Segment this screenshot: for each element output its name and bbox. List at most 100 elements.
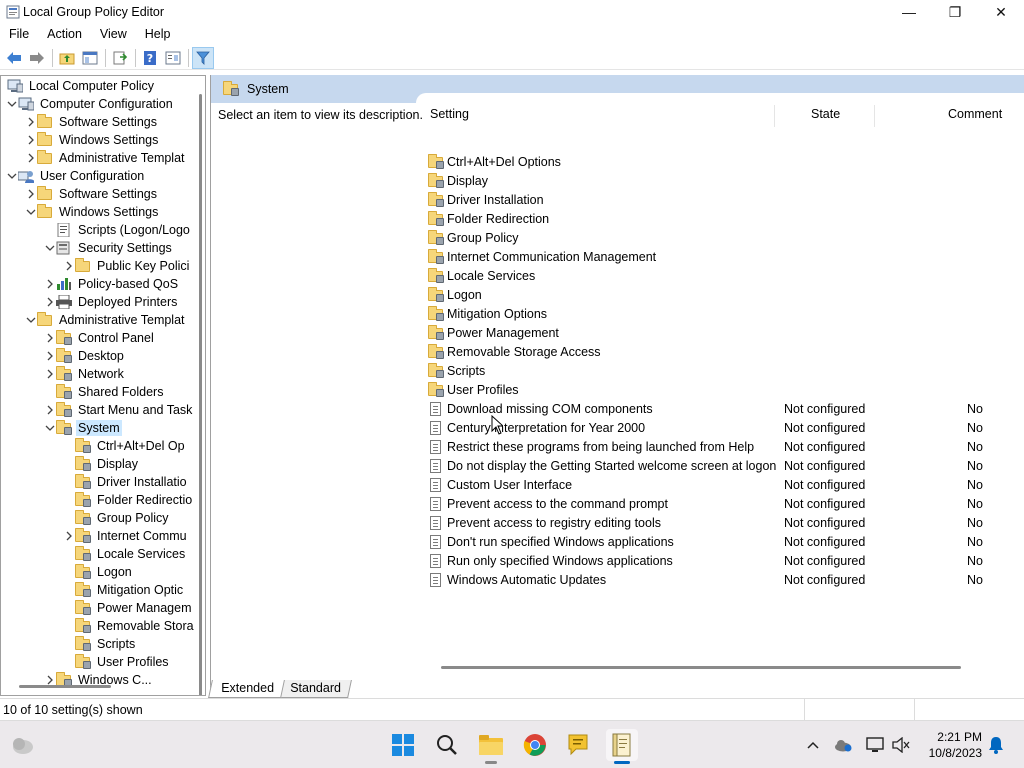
chevron-right-icon[interactable] (63, 527, 75, 545)
start-button[interactable] (387, 729, 419, 761)
setting-row[interactable]: Group Policy (426, 228, 1024, 247)
tree-item[interactable]: Computer Configuration (6, 95, 175, 113)
setting-row[interactable]: Logon (426, 285, 1024, 304)
chevron-right-icon[interactable] (25, 113, 37, 131)
close-button[interactable]: ✕ (978, 0, 1024, 24)
setting-row[interactable]: Ctrl+Alt+Del Options (426, 152, 1024, 171)
tree-item[interactable]: Locale Services (63, 545, 187, 563)
horizontal-scrollbar[interactable] (19, 685, 111, 688)
tab-extended[interactable]: Extended (208, 680, 285, 698)
setting-row[interactable]: Mitigation Options (426, 304, 1024, 323)
setting-row[interactable]: Windows Automatic Updates Not configured N… (426, 570, 1024, 589)
tree-item[interactable]: Mitigation Optic (63, 581, 185, 599)
tree-item[interactable]: Scripts (Logon/Logo (44, 221, 192, 239)
chevron-down-icon[interactable] (44, 239, 56, 257)
chevron-right-icon[interactable] (25, 131, 37, 149)
setting-row[interactable]: Internet Communication Management (426, 247, 1024, 266)
tree-item[interactable]: Local Computer Policy (7, 77, 156, 95)
setting-row[interactable]: Driver Installation (426, 190, 1024, 209)
setting-row[interactable]: Removable Storage Access (426, 342, 1024, 361)
chevron-right-icon[interactable] (44, 401, 56, 419)
tree-item[interactable]: Software Settings (25, 113, 159, 131)
setting-row[interactable]: Prevent access to the command prompt Not … (426, 494, 1024, 513)
properties-button[interactable] (162, 47, 184, 69)
chevron-right-icon[interactable] (25, 149, 37, 167)
chevron-down-icon[interactable] (25, 311, 37, 329)
tree-item[interactable]: Display (63, 455, 140, 473)
clock[interactable]: 2:21 PM 10/8/2023 (929, 729, 982, 761)
tree-item[interactable]: Ctrl+Alt+Del Op (63, 437, 187, 455)
chevron-right-icon[interactable] (44, 365, 56, 383)
notes-button[interactable] (562, 729, 594, 761)
setting-row[interactable]: Locale Services (426, 266, 1024, 285)
menu-view[interactable]: View (91, 24, 136, 44)
chevron-down-icon[interactable] (6, 167, 18, 185)
tree-item[interactable]: Driver Installatio (63, 473, 189, 491)
chevron-down-icon[interactable] (25, 203, 37, 221)
tree-item[interactable]: System (44, 419, 122, 437)
show-hidden-icons-button[interactable] (800, 741, 826, 749)
column-separator[interactable] (774, 105, 775, 127)
chevron-down-icon[interactable] (44, 419, 56, 437)
setting-row[interactable]: Custom User Interface Not configured No (426, 475, 1024, 494)
tree-item[interactable]: Software Settings (25, 185, 159, 203)
tree-item[interactable]: Security Settings (44, 239, 174, 257)
setting-row[interactable]: Restrict these programs from being launc… (426, 437, 1024, 456)
chrome-button[interactable] (519, 729, 551, 761)
tree-item[interactable]: Power Managem (63, 599, 194, 617)
gpedit-taskbar-button[interactable] (606, 729, 638, 764)
tree-item[interactable]: Folder Redirectio (63, 491, 194, 509)
chevron-right-icon[interactable] (44, 293, 56, 311)
setting-row[interactable]: Do not display the Getting Started welco… (426, 456, 1024, 475)
chevron-right-icon[interactable] (44, 347, 56, 365)
volume-tray-button[interactable] (890, 737, 912, 753)
setting-row[interactable]: Folder Redirection (426, 209, 1024, 228)
tree-item[interactable]: Windows Settings (25, 131, 160, 149)
show-hide-tree-button[interactable] (79, 47, 101, 69)
setting-row[interactable]: Century interpretation for Year 2000 Not … (426, 418, 1024, 437)
menu-action[interactable]: Action (38, 24, 91, 44)
column-header-setting[interactable]: Setting (430, 103, 770, 125)
file-explorer-button[interactable] (475, 729, 507, 764)
tree-item[interactable]: Removable Stora (63, 617, 196, 635)
tree-item[interactable]: Group Policy (63, 509, 171, 527)
tree-item[interactable]: Policy-based QoS (44, 275, 180, 293)
tree-item[interactable]: User Configuration (6, 167, 146, 185)
tree-item[interactable]: Public Key Polici (63, 257, 191, 275)
tree-item[interactable]: Internet Commu (63, 527, 189, 545)
notification-button[interactable] (984, 729, 1008, 761)
tree-item[interactable]: Logon (63, 563, 134, 581)
setting-row[interactable]: Run only specified Windows applications N… (426, 551, 1024, 570)
back-button[interactable] (3, 47, 25, 69)
search-button[interactable] (431, 729, 463, 761)
tree-item[interactable]: Scripts (63, 635, 137, 653)
setting-row[interactable]: Display (426, 171, 1024, 190)
forward-button[interactable] (26, 47, 48, 69)
onedrive-tray-button[interactable] (826, 738, 860, 752)
tree-item[interactable]: Administrative Templat (25, 149, 187, 167)
chevron-right-icon[interactable] (44, 329, 56, 347)
network-tray-button[interactable] (860, 737, 890, 753)
setting-row[interactable]: User Profiles (426, 380, 1024, 399)
column-header-comment[interactable]: Comment (948, 103, 1024, 125)
setting-row[interactable]: Don't run specified Windows applications… (426, 532, 1024, 551)
setting-row[interactable]: Download missing COM components Not confi… (426, 399, 1024, 418)
chevron-right-icon[interactable] (63, 257, 75, 275)
maximize-button[interactable]: ❐ (932, 0, 978, 24)
chevron-right-icon[interactable] (25, 185, 37, 203)
setting-row[interactable]: Power Management (426, 323, 1024, 342)
chevron-down-icon[interactable] (6, 95, 18, 113)
setting-row[interactable]: Prevent access to registry editing tools… (426, 513, 1024, 532)
menu-help[interactable]: Help (136, 24, 180, 44)
setting-row[interactable]: Scripts (426, 361, 1024, 380)
tree-item[interactable]: Administrative Templat (25, 311, 187, 329)
tree-item[interactable]: Control Panel (44, 329, 156, 347)
minimize-button[interactable]: — (886, 0, 932, 24)
help-button[interactable]: ? (139, 47, 161, 69)
column-header-state[interactable]: State (811, 103, 911, 125)
weather-widget[interactable] (6, 729, 38, 761)
tree-item[interactable]: Deployed Printers (44, 293, 179, 311)
horizontal-scrollbar[interactable] (441, 666, 961, 669)
tree-item[interactable]: Shared Folders (44, 383, 165, 401)
menu-file[interactable]: File (0, 24, 38, 44)
